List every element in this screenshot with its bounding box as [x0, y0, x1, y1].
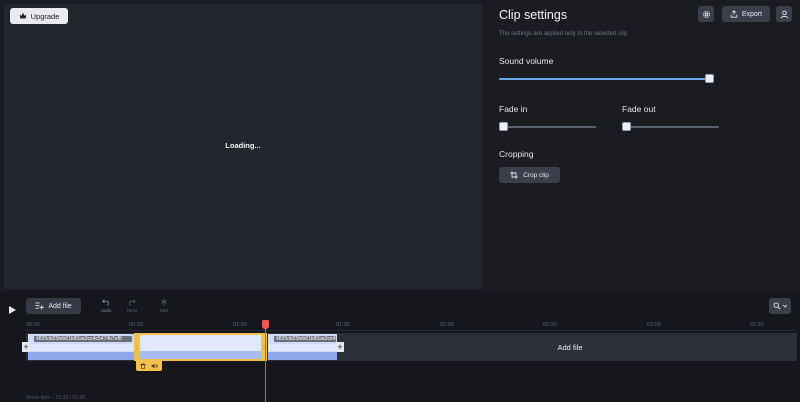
- clip-audio-bar: [28, 352, 134, 360]
- split-label: Split: [159, 308, 169, 313]
- slider-track: [622, 126, 719, 128]
- ruler-tick: 02:30: [543, 322, 557, 328]
- zoom-icon: [773, 302, 781, 310]
- slider-thumb[interactable]: [499, 122, 508, 131]
- volume-icon[interactable]: [151, 363, 158, 369]
- movie-time: Movie time – 01:33 / 01:38: [26, 395, 85, 401]
- ruler-tick: 01:30: [336, 322, 350, 328]
- crop-clip-label: Crop clip: [523, 171, 549, 179]
- clip-waveform: [268, 344, 337, 351]
- trash-icon[interactable]: [140, 363, 146, 369]
- cropping-label: Cropping: [499, 149, 534, 159]
- panel-title: Clip settings: [499, 8, 568, 22]
- split-button[interactable]: Split: [153, 298, 175, 316]
- fade-out-label: Fade out: [622, 104, 656, 114]
- ruler-tick: 01:00: [233, 322, 247, 328]
- gear-icon: [702, 10, 710, 18]
- user-icon: [780, 10, 788, 18]
- redo-label: Redo: [126, 308, 138, 313]
- playhead-handle[interactable]: [262, 320, 269, 329]
- loading-text: Loading...: [225, 141, 261, 150]
- fade-in-slider[interactable]: [499, 122, 596, 132]
- export-button[interactable]: Export: [722, 6, 770, 22]
- settings-button[interactable]: [698, 6, 714, 22]
- chevron-down-icon: [782, 304, 787, 308]
- add-file-button[interactable]: Add file: [26, 298, 81, 314]
- ruler-tick: 00:00: [26, 322, 40, 328]
- redo-button[interactable]: Redo: [121, 298, 143, 316]
- clip-mini-toolbar: [136, 361, 162, 371]
- zoom-button[interactable]: [769, 298, 791, 314]
- account-button[interactable]: [776, 6, 792, 22]
- fade-out-slider[interactable]: [622, 122, 719, 132]
- play-icon: [9, 306, 16, 314]
- upgrade-label: Upgrade: [30, 11, 60, 21]
- clip-waveform: [28, 344, 134, 351]
- clip-trim-handle-right[interactable]: ⋮: [261, 333, 267, 361]
- export-icon: [730, 10, 738, 18]
- redo-icon: [129, 299, 136, 306]
- slider-fill: [499, 78, 714, 80]
- slider-thumb[interactable]: [622, 122, 631, 131]
- sound-volume-slider[interactable]: [499, 74, 714, 84]
- slider-track: [499, 126, 596, 128]
- play-button[interactable]: [7, 302, 17, 314]
- add-file-label: Add file: [48, 302, 72, 310]
- add-list-icon: [35, 302, 45, 310]
- timeline-clip[interactable]: 4835dd25feb61b80aa3ce4c5474b7ef8: [28, 334, 134, 360]
- add-file-track-area[interactable]: Add file: [343, 333, 797, 361]
- crop-clip-button[interactable]: Crop clip: [499, 167, 560, 183]
- clip-settings-panel: Clip settings The settings are applied o…: [482, 0, 800, 292]
- slider-thumb[interactable]: [705, 74, 714, 83]
- timeline-clip[interactable]: 4835dd25feb61b80aa3ce4c5474b7ef8: [268, 334, 337, 360]
- ruler-tick: 03:30: [750, 322, 764, 328]
- clip-audio-bar: [268, 352, 337, 360]
- ruler-tick: 03:00: [647, 322, 661, 328]
- clip-trim-handle-left[interactable]: ⋮: [134, 333, 140, 361]
- ruler-line: [26, 330, 796, 331]
- clip-name: 4835dd25feb61b80aa3ce4c5474b7ef8: [34, 336, 132, 342]
- clip-name: 4835dd25feb61b80aa3ce4c5474b7ef8: [274, 336, 336, 342]
- ruler-tick: 00:30: [129, 322, 143, 328]
- timeline: Add file Undo Redo Split 00:00 00:30 01:…: [0, 292, 800, 402]
- export-label: Export: [741, 10, 763, 18]
- crown-icon: [19, 12, 26, 19]
- fade-in-label: Fade in: [499, 104, 528, 114]
- crop-icon: [510, 171, 518, 179]
- split-icon: [161, 298, 167, 306]
- insert-before-button[interactable]: +: [22, 342, 30, 352]
- clip-audio-bar: [136, 351, 265, 359]
- playhead-line: [265, 328, 266, 402]
- ruler-tick: 02:00: [440, 322, 454, 328]
- undo-icon: [102, 299, 109, 306]
- sound-volume-label: Sound volume: [499, 56, 554, 66]
- panel-subtitle: The settings are applied only to the sel…: [499, 31, 628, 37]
- selected-clip[interactable]: [134, 333, 267, 361]
- upgrade-button[interactable]: Upgrade: [10, 8, 68, 24]
- undo-button[interactable]: Undo: [95, 298, 117, 316]
- video-preview: Upgrade Loading...: [4, 4, 482, 289]
- undo-label: Undo: [100, 308, 112, 313]
